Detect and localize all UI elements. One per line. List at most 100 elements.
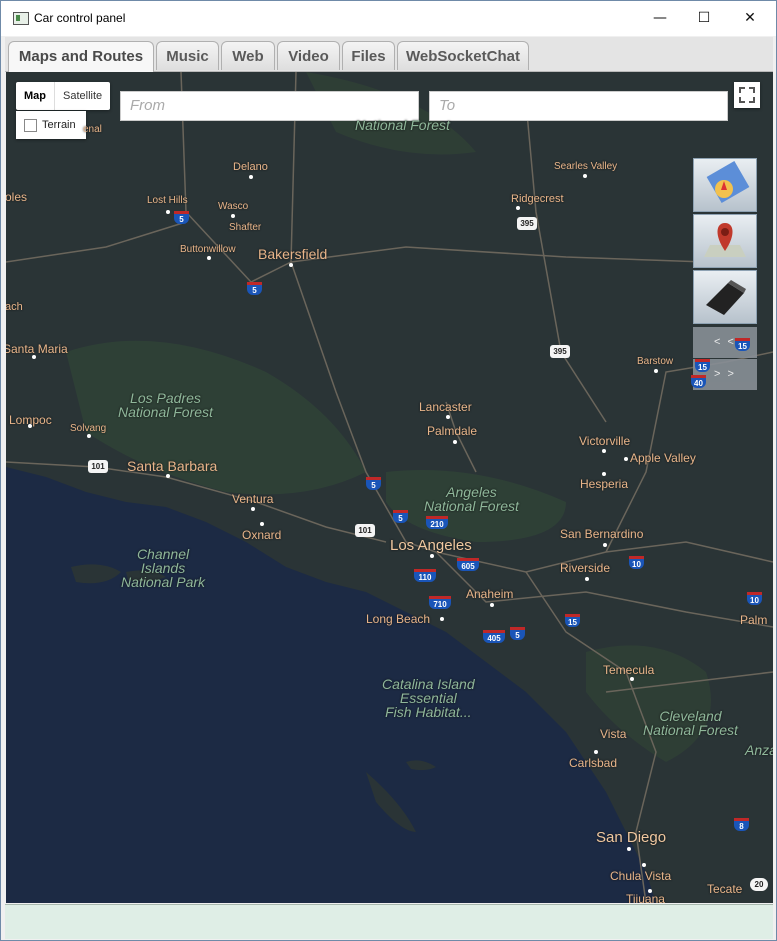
window-title: Car control panel: [34, 11, 126, 25]
interstate-5-shield: 5: [247, 282, 262, 295]
city-dot: [207, 256, 211, 260]
label-long-beach: Long Beach: [366, 612, 431, 626]
tab-maps-and-routes[interactable]: Maps and Routes: [8, 41, 154, 72]
label-hesperia: Hesperia: [580, 477, 629, 491]
interstate-5-shield: 5: [174, 211, 189, 224]
city-dot: [289, 263, 293, 267]
city-dot: [516, 206, 520, 210]
label-catalina-island-habitat: Catalina Island Essential Fish Habitat..…: [382, 676, 475, 720]
label-bakersfield: Bakersfield: [258, 246, 328, 262]
compass-button[interactable]: [693, 158, 757, 212]
interstate-10-shield: 10: [747, 592, 762, 605]
interstate-15-shield: 15: [565, 614, 580, 627]
interstate-710-shield: 710: [429, 596, 451, 609]
label-carlsbad: Carlsbad: [569, 756, 618, 770]
label-apple-valley: Apple Valley: [630, 451, 696, 465]
eraser-button[interactable]: [693, 270, 757, 324]
label-palmdale: Palmdale: [427, 424, 478, 438]
eraser-icon: [706, 280, 746, 315]
label-buttonwillow: Buttonwillow: [180, 244, 236, 255]
close-button[interactable]: ✕: [727, 1, 773, 36]
label-oles: oles: [6, 190, 28, 204]
tab-web[interactable]: Web: [221, 41, 275, 70]
interstate-40-shield: 40: [691, 375, 706, 388]
city-dot: [28, 424, 32, 428]
maximize-button[interactable]: ☐: [681, 1, 727, 36]
label-lancaster: Lancaster: [419, 400, 472, 414]
label-vista: Vista: [600, 727, 627, 741]
city-dot: [87, 434, 91, 438]
city-dot: [32, 355, 36, 359]
label-palm: Palm: [740, 613, 768, 627]
city-dot: [603, 543, 607, 547]
label-riverside: Riverside: [560, 561, 611, 575]
city-dot: [594, 750, 598, 754]
tab-files[interactable]: Files: [342, 41, 395, 70]
city-dot: [260, 522, 264, 526]
city-dot: [627, 847, 631, 851]
label-san-bernardino: San Bernardino: [560, 527, 644, 541]
city-dot: [602, 472, 606, 476]
terrain-toggle[interactable]: Terrain: [16, 111, 86, 139]
label-wasco: Wasco: [218, 201, 249, 212]
to-input[interactable]: To: [429, 91, 728, 121]
interstate-110-shield: 110: [414, 569, 436, 582]
city-dot: [490, 603, 494, 607]
interstate-210-shield: 210: [426, 516, 448, 529]
tab-websocketchat[interactable]: WebSocketChat: [397, 41, 529, 70]
label-channel-islands-np: Channel Islands National Park: [121, 546, 206, 590]
tab-video[interactable]: Video: [277, 41, 340, 70]
label-chula-vista: Chula Vista: [610, 869, 672, 883]
us-101-shield: 101: [355, 524, 375, 537]
city-dot: [166, 210, 170, 214]
highway-2d-shield: 20: [750, 878, 768, 891]
terrain-label: Terrain: [42, 119, 76, 131]
interstate-10-shield: 10: [629, 556, 644, 569]
city-dot: [249, 175, 253, 179]
us-395-shield: 395: [517, 217, 537, 230]
map-type-map-button[interactable]: Map: [16, 82, 55, 110]
map-view[interactable]: Map Satellite Terrain From To < < > > Lo…: [6, 72, 773, 903]
interstate-405-shield: 405: [483, 630, 505, 643]
map-type-control: Map Satellite: [16, 82, 111, 110]
label-anza: Anza: [745, 742, 773, 758]
label-los-angeles: Los Angeles: [390, 537, 472, 554]
location-pin-icon: [704, 223, 746, 257]
city-dot: [585, 577, 589, 581]
label-san-diego: San Diego: [596, 829, 667, 846]
interstate-15-shield: 15: [735, 338, 750, 351]
terrain-checkbox[interactable]: [24, 119, 37, 132]
label-cleveland-nf: Cleveland National Forest: [643, 708, 738, 738]
city-dot: [602, 449, 606, 453]
label-anaheim: Anaheim: [466, 587, 514, 601]
label-delano: Delano: [233, 161, 268, 173]
interstate-15-shield: 15: [695, 359, 710, 372]
fullscreen-icon[interactable]: [734, 82, 760, 108]
city-dot: [642, 863, 646, 867]
label-santa-maria: Santa Maria: [6, 342, 68, 356]
location-pin-button[interactable]: [693, 214, 757, 268]
title-bar: Car control panel — ☐ ✕: [1, 1, 776, 36]
city-dot: [166, 474, 170, 478]
city-dot: [453, 440, 457, 444]
tab-bar: Maps and Routes Music Web Video Files We…: [5, 37, 773, 72]
label-victorville: Victorville: [579, 434, 631, 448]
label-enal: enal: [83, 124, 102, 135]
city-dot: [583, 174, 587, 178]
minimize-button[interactable]: —: [637, 1, 683, 36]
city-dot: [648, 889, 652, 893]
label-oxnard: Oxnard: [242, 528, 282, 542]
label-tijuana: Tijuana: [626, 892, 665, 903]
map-type-satellite-button[interactable]: Satellite: [55, 82, 110, 110]
us-101-shield: 101: [88, 460, 108, 473]
city-dot: [630, 677, 634, 681]
label-ridgecrest: Ridgecrest: [511, 193, 564, 205]
tab-music[interactable]: Music: [156, 41, 219, 70]
label-barstow: Barstow: [637, 356, 674, 367]
label-santa-barbara: Santa Barbara: [127, 458, 218, 474]
compass-icon: [706, 161, 750, 203]
city-dot: [231, 214, 235, 218]
status-bar: [5, 904, 773, 939]
label-national-forest-top: National Forest: [355, 117, 450, 133]
label-searles-valley: Searles Valley: [554, 161, 618, 172]
